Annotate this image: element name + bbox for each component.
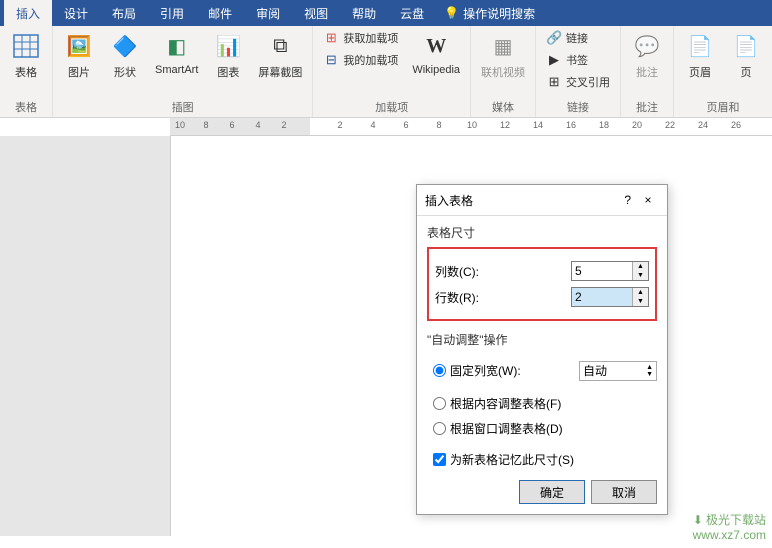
smartart-icon: ◧ bbox=[161, 30, 193, 62]
chart-button[interactable]: 📊图表 bbox=[206, 28, 250, 82]
fit-content-radio[interactable] bbox=[433, 397, 446, 410]
footer-icon: 📄 bbox=[730, 30, 762, 62]
table-label: 表格 bbox=[15, 64, 37, 80]
ruler-gutter bbox=[0, 118, 170, 136]
fixed-width-radio[interactable] bbox=[433, 364, 446, 377]
tell-me-search[interactable]: 💡 操作说明搜索 bbox=[444, 5, 535, 22]
ribbon-group-links: 🔗链接 ▶书签 ⊞交叉引用 链接 bbox=[536, 26, 621, 117]
rows-label: 行数(R): bbox=[435, 289, 479, 306]
rows-input[interactable] bbox=[572, 288, 632, 306]
table-icon bbox=[10, 30, 42, 62]
ribbon-group-media: ▦联机视频 媒体 bbox=[471, 26, 536, 117]
rows-up-icon[interactable]: ▲ bbox=[633, 288, 648, 297]
fit-content-label: 根据内容调整表格(F) bbox=[450, 395, 561, 412]
close-button[interactable]: × bbox=[637, 191, 659, 209]
ok-button[interactable]: 确定 bbox=[519, 480, 585, 504]
tell-me-label: 操作说明搜索 bbox=[463, 5, 535, 22]
ribbon: 表格 表格 🖼️图片 🔷形状 ◧SmartArt 📊图表 ⧉屏幕截图 插图 ⊞获… bbox=[0, 26, 772, 118]
ribbon-group-hf-label: 页眉和 bbox=[678, 99, 768, 115]
ribbon-group-table: 表格 表格 bbox=[0, 26, 53, 117]
highlight-annotation: 列数(C): ▲▼ 行数(R): ▲▼ bbox=[427, 247, 657, 321]
shapes-button[interactable]: 🔷形状 bbox=[103, 28, 147, 82]
fixed-width-label: 固定列宽(W): bbox=[450, 362, 521, 379]
bulb-icon: 💡 bbox=[444, 6, 459, 20]
ribbon-group-addins-label: 加载项 bbox=[317, 99, 466, 115]
picture-icon: 🖼️ bbox=[63, 30, 95, 62]
video-icon: ▦ bbox=[487, 30, 519, 62]
tab-review[interactable]: 审阅 bbox=[244, 0, 292, 26]
ribbon-group-comments: 💬批注 批注 bbox=[621, 26, 674, 117]
tab-help[interactable]: 帮助 bbox=[340, 0, 388, 26]
smartart-button[interactable]: ◧SmartArt bbox=[149, 28, 204, 78]
rows-down-icon[interactable]: ▼ bbox=[633, 297, 648, 306]
tab-bar: 插入 设计 布局 引用 邮件 审阅 视图 帮助 云盘 💡 操作说明搜索 bbox=[0, 0, 772, 26]
fit-window-label: 根据窗口调整表格(D) bbox=[450, 420, 563, 437]
tab-insert[interactable]: 插入 bbox=[4, 0, 52, 26]
cols-down-icon[interactable]: ▼ bbox=[633, 271, 648, 280]
tab-cloud[interactable]: 云盘 bbox=[388, 0, 436, 26]
ribbon-group-links-label: 链接 bbox=[540, 99, 616, 115]
dialog-title-text: 插入表格 bbox=[425, 192, 473, 209]
my-addins-button[interactable]: ⊟我的加载项 bbox=[317, 50, 404, 70]
ribbon-group-illustrations: 🖼️图片 🔷形状 ◧SmartArt 📊图表 ⧉屏幕截图 插图 bbox=[53, 26, 313, 117]
insert-table-dialog: 插入表格 ? × 表格尺寸 列数(C): ▲▼ 行数(R): ▲▼ bbox=[416, 184, 668, 515]
fixed-width-value[interactable]: 自动▲▼ bbox=[579, 361, 657, 381]
wikipedia-icon: W bbox=[420, 30, 452, 62]
tab-layout[interactable]: 布局 bbox=[100, 0, 148, 26]
cancel-button[interactable]: 取消 bbox=[591, 480, 657, 504]
ribbon-group-headerfooter: 📄页眉 📄页 页眉和 bbox=[674, 26, 772, 117]
dialog-titlebar[interactable]: 插入表格 ? × bbox=[417, 185, 667, 216]
cols-up-icon[interactable]: ▲ bbox=[633, 262, 648, 271]
chart-icon: 📊 bbox=[212, 30, 244, 62]
tab-references[interactable]: 引用 bbox=[148, 0, 196, 26]
get-addins-button[interactable]: ⊞获取加载项 bbox=[317, 28, 404, 48]
size-section-label: 表格尺寸 bbox=[427, 224, 657, 241]
crossref-icon: ⊞ bbox=[546, 74, 562, 90]
addins-icon: ⊟ bbox=[323, 52, 339, 68]
watermark-icon: ⬇ bbox=[693, 513, 703, 529]
auto-down-icon[interactable]: ▼ bbox=[646, 371, 653, 378]
wikipedia-button[interactable]: WWikipedia bbox=[406, 28, 466, 78]
document-gutter bbox=[0, 136, 170, 536]
ribbon-group-addins: ⊞获取加载项 ⊟我的加载项 WWikipedia 加载项 bbox=[313, 26, 471, 117]
fit-window-radio[interactable] bbox=[433, 422, 446, 435]
ruler-area: 1086422468101214161820222426 bbox=[0, 118, 772, 136]
screenshot-button[interactable]: ⧉屏幕截图 bbox=[252, 28, 308, 82]
remember-label: 为新表格记忆此尺寸(S) bbox=[450, 451, 574, 468]
ribbon-group-comments-label: 批注 bbox=[625, 99, 669, 115]
bookmark-icon: ▶ bbox=[546, 52, 562, 68]
columns-spinner[interactable]: ▲▼ bbox=[571, 261, 649, 281]
picture-button[interactable]: 🖼️图片 bbox=[57, 28, 101, 82]
watermark: ⬇极光下载站 www.xz7.com bbox=[693, 513, 766, 544]
ribbon-group-media-label: 媒体 bbox=[475, 99, 531, 115]
ribbon-group-illus-label: 插图 bbox=[57, 99, 308, 115]
bookmark-button[interactable]: ▶书签 bbox=[540, 50, 616, 70]
ribbon-group-table-label: 表格 bbox=[4, 99, 48, 115]
link-button[interactable]: 🔗链接 bbox=[540, 28, 616, 48]
screenshot-icon: ⧉ bbox=[264, 30, 296, 62]
autofit-section-label: "自动调整"操作 bbox=[427, 331, 657, 348]
comment-icon: 💬 bbox=[631, 30, 663, 62]
tab-design[interactable]: 设计 bbox=[52, 0, 100, 26]
header-button[interactable]: 📄页眉 bbox=[678, 28, 722, 82]
columns-input[interactable] bbox=[572, 262, 632, 280]
header-icon: 📄 bbox=[684, 30, 716, 62]
crossref-button[interactable]: ⊞交叉引用 bbox=[540, 72, 616, 92]
tab-mail[interactable]: 邮件 bbox=[196, 0, 244, 26]
shapes-icon: 🔷 bbox=[109, 30, 141, 62]
help-button[interactable]: ? bbox=[624, 193, 631, 207]
link-icon: 🔗 bbox=[546, 30, 562, 46]
store-icon: ⊞ bbox=[323, 30, 339, 46]
online-video-button[interactable]: ▦联机视频 bbox=[475, 28, 531, 82]
auto-up-icon[interactable]: ▲ bbox=[646, 364, 653, 371]
columns-label: 列数(C): bbox=[435, 263, 479, 280]
footer-button[interactable]: 📄页 bbox=[724, 28, 768, 82]
table-button[interactable]: 表格 bbox=[4, 28, 48, 82]
comment-button[interactable]: 💬批注 bbox=[625, 28, 669, 82]
rows-spinner[interactable]: ▲▼ bbox=[571, 287, 649, 307]
tab-view[interactable]: 视图 bbox=[292, 0, 340, 26]
horizontal-ruler[interactable]: 1086422468101214161820222426 bbox=[170, 118, 772, 136]
remember-checkbox[interactable] bbox=[433, 453, 446, 466]
